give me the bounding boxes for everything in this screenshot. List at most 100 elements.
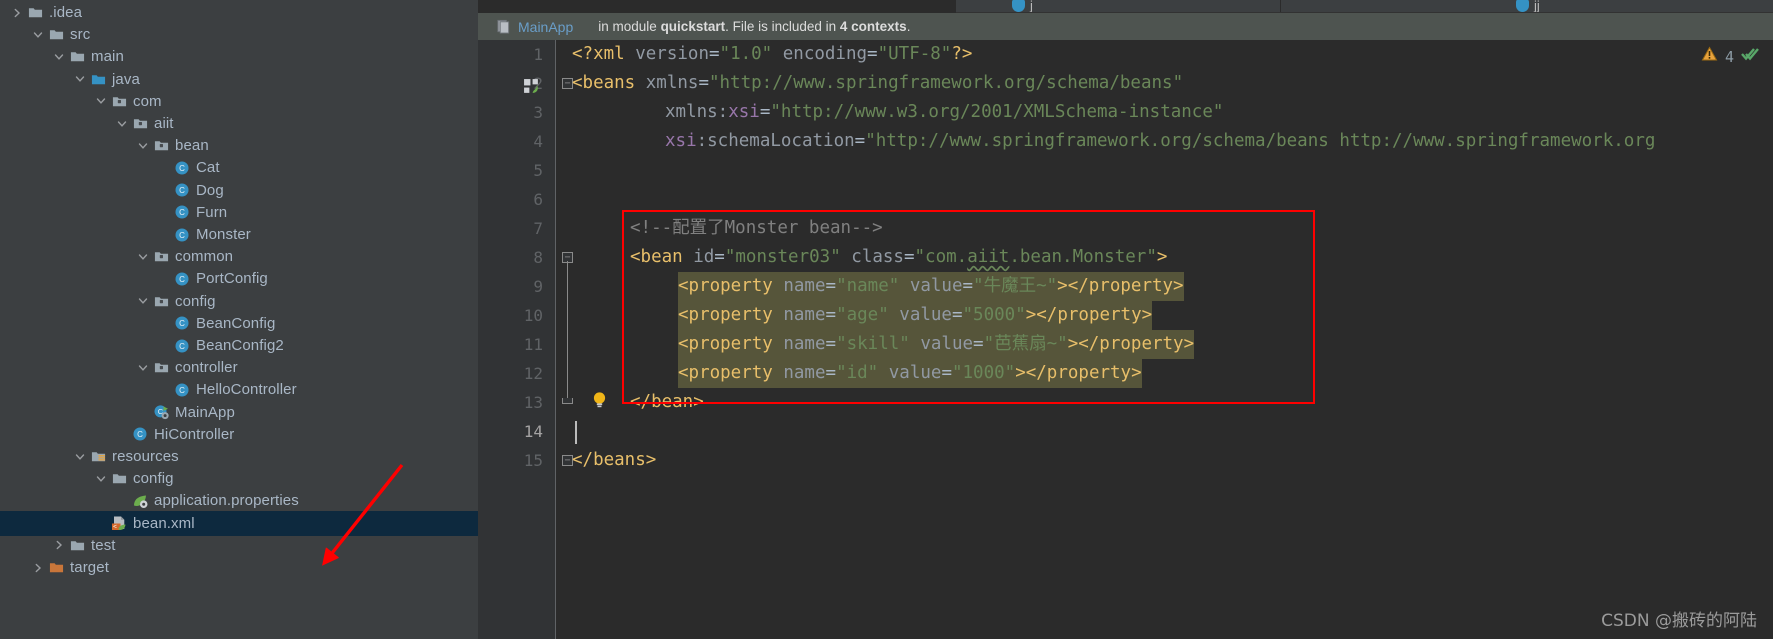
tree-item-label: main <box>91 48 124 66</box>
line-number-current: 14 <box>523 422 543 441</box>
code-editor[interactable]: 4 1 2 3 4 5 6 7 8 9 10 11 12 13 14 15 − … <box>478 40 1773 639</box>
svg-text:C: C <box>179 186 185 195</box>
editor-tab-0[interactable]: j <box>1012 0 1033 12</box>
chevron-down-icon[interactable] <box>29 26 46 43</box>
svg-text:C: C <box>179 319 185 328</box>
editor-tab-label: j <box>1030 0 1033 13</box>
svg-text:C: C <box>179 208 185 217</box>
breadcrumb-suffix: . <box>906 19 911 34</box>
tree-item-label: Dog <box>196 181 224 199</box>
tree-item-label: test <box>91 536 116 554</box>
chevron-down-icon[interactable] <box>113 115 130 132</box>
folder-icon <box>25 4 45 21</box>
tree-item-label: HelloController <box>196 381 297 399</box>
editor-tab-strip[interactable]: j jj ... <box>956 0 1773 13</box>
folder-icon <box>109 470 129 487</box>
chevron-down-icon[interactable] <box>134 293 151 310</box>
code-line-1: <?xml version="1.0" encoding="UTF-8"?> <box>572 44 973 64</box>
chevron-down-icon[interactable] <box>71 448 88 465</box>
java-class-icon: C <box>172 226 192 243</box>
package-icon <box>151 359 171 376</box>
chevron-down-icon[interactable] <box>71 71 88 88</box>
tree-item-label: bean.xml <box>133 514 195 532</box>
folder-icon <box>67 48 87 65</box>
breadcrumb[interactable]: MainApp in module quickstart. File is in… <box>478 13 1773 40</box>
editor-pane[interactable]: j jj ... MainApp in module quickstart <box>478 0 1773 639</box>
line-number: 4 <box>533 132 543 151</box>
code-line-10: <property name="age" value="5000"></prop… <box>678 301 1153 330</box>
chevron-down-icon[interactable] <box>134 248 151 265</box>
tree-item-label: PortConfig <box>196 270 268 288</box>
text-caret <box>575 421 577 444</box>
tree-item-label: target <box>70 559 109 576</box>
line-number: 5 <box>533 161 543 180</box>
package-icon <box>151 293 171 310</box>
code-line-12: <property name="id" value="1000"></prope… <box>678 359 1142 388</box>
project-tool-window[interactable]: .idea src main java com aiit bean C Cat C Dog C Furn… <box>0 0 478 639</box>
runnable-class-icon: C <box>151 404 171 421</box>
tree-item-label: Cat <box>196 159 220 177</box>
tree-item-label: aiit <box>154 115 174 132</box>
tree-item-label: config <box>175 292 216 310</box>
ide-window: .idea src main java com aiit bean C Cat C Dog C Furn… <box>0 0 1773 639</box>
tree-item-label: MainApp <box>175 403 235 421</box>
code-line-4: xsi:schemaLocation="http://www.springfra… <box>665 131 1656 151</box>
java-class-icon: C <box>172 182 192 199</box>
java-class-icon: C <box>172 270 192 287</box>
line-number: 15 <box>523 451 543 470</box>
intention-bulb-icon[interactable] <box>591 390 608 408</box>
breadcrumb-prefix: in module <box>598 19 661 34</box>
tree-item-label: resources <box>112 448 179 465</box>
breadcrumb-file-link[interactable]: MainApp <box>518 19 573 35</box>
folder-icon <box>67 537 87 554</box>
chevron-down-icon[interactable] <box>134 137 151 154</box>
line-number: 8 <box>533 248 543 267</box>
line-number: 7 <box>533 219 543 238</box>
tab-separator <box>1280 0 1281 12</box>
code-line-3: xmlns:xsi="http://www.w3.org/2001/XMLSch… <box>665 102 1224 122</box>
breadcrumb-middle: . File is included in <box>725 19 840 34</box>
excluded-folder-icon <box>46 559 66 576</box>
chevron-down-icon[interactable] <box>92 470 109 487</box>
breadcrumb-module: quickstart <box>660 19 726 34</box>
line-number: 11 <box>523 335 543 354</box>
line-number: 10 <box>523 306 543 325</box>
svg-text:C: C <box>137 430 143 439</box>
chevron-right-icon[interactable] <box>29 559 46 576</box>
tree-item-label: BeanConfig2 <box>196 337 284 354</box>
chevron-right-icon[interactable] <box>50 537 67 554</box>
tree-item-label: application.properties <box>154 492 299 510</box>
source-root-icon <box>88 71 108 88</box>
line-number: 3 <box>533 103 543 122</box>
tree-item-label: common <box>175 248 234 266</box>
code-line-15: </beans> <box>572 450 657 470</box>
tree-item-label: Furn <box>196 203 228 221</box>
editor-tab-label: jj <box>1534 0 1540 13</box>
code-line-11: <property name="skill" value="芭蕉扇~"></pr… <box>678 330 1195 359</box>
java-class-icon: C <box>172 381 192 398</box>
tree-item-label: bean <box>175 137 209 155</box>
editor-tab-1[interactable]: jj <box>1516 0 1540 12</box>
package-icon <box>151 137 171 154</box>
svg-text:C: C <box>179 342 185 351</box>
java-class-icon: C <box>172 159 192 176</box>
java-class-icon: C <box>130 426 150 443</box>
spring-bean-gutter-icon[interactable] <box>523 76 540 105</box>
chevron-right-icon[interactable] <box>8 4 25 21</box>
tree-item-label: src <box>70 26 91 44</box>
svg-text:C: C <box>179 164 185 173</box>
java-class-icon <box>1012 0 1025 12</box>
chevron-down-icon[interactable] <box>134 359 151 376</box>
code-content[interactable]: 1 2 3 4 5 6 7 8 9 10 11 12 13 14 15 − − … <box>478 40 1773 639</box>
breadcrumb-contexts[interactable]: 4 contexts <box>840 19 907 34</box>
line-number: 1 <box>533 45 543 64</box>
chevron-down-icon[interactable] <box>50 48 67 65</box>
tree-item-target[interactable]: target <box>0 555 478 580</box>
folder-icon <box>46 26 66 43</box>
tree-item-label: com <box>133 92 162 110</box>
chevron-down-icon[interactable] <box>92 93 109 110</box>
tree-item-label: controller <box>175 359 238 377</box>
fold-region-line <box>567 261 568 398</box>
file-icon <box>496 19 511 34</box>
line-number: 6 <box>533 190 543 209</box>
